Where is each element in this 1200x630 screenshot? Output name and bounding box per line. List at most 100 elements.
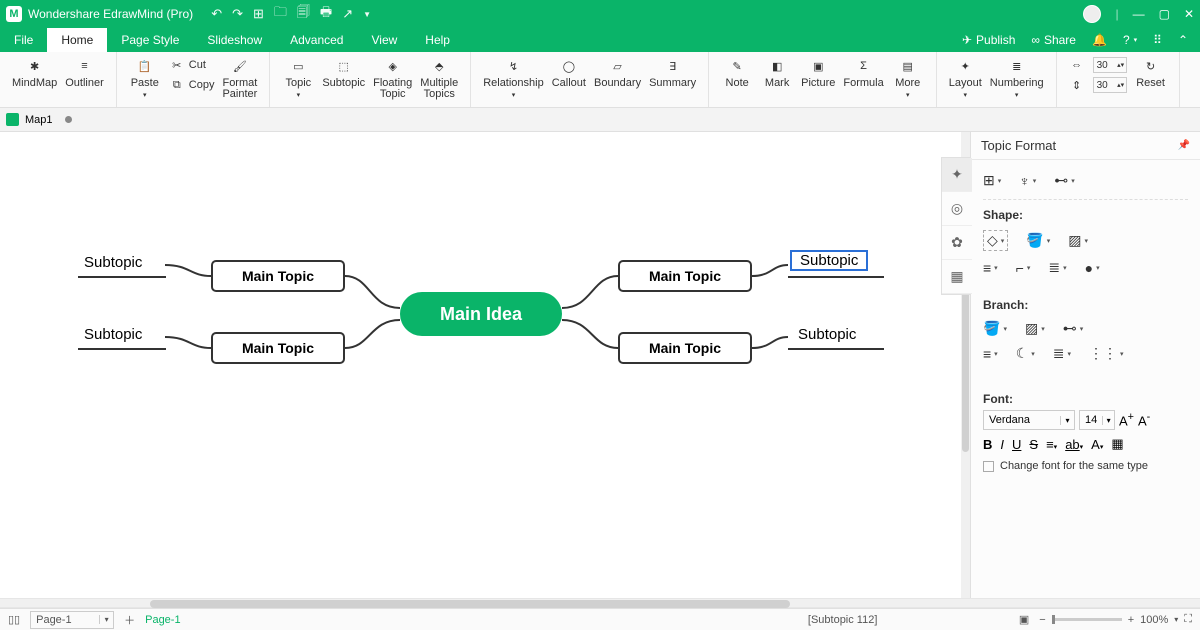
fill-color-button[interactable]: 🪣▾ (1026, 232, 1050, 249)
apps-icon[interactable]: ⠿ (1153, 33, 1162, 47)
font-color-button[interactable]: A▾ (1091, 437, 1103, 452)
zoom-out-button[interactable]: − (1039, 614, 1045, 626)
subtopic-button[interactable]: ⬚Subtopic (318, 56, 369, 89)
menu-help[interactable]: Help (411, 28, 464, 52)
maximize-button[interactable]: ▢ (1159, 7, 1170, 21)
publish-button[interactable]: ✈Publish (962, 33, 1015, 47)
side-tab-theme[interactable]: ✿ (942, 226, 972, 260)
pin-icon[interactable]: 📌 (1178, 140, 1190, 151)
border-color-button[interactable]: ●▾ (1085, 260, 1100, 276)
print-icon[interactable]: 🖶 (320, 3, 332, 25)
page-tab[interactable]: Page-1 (145, 614, 180, 626)
main-topic-node[interactable]: Main Topic (211, 260, 345, 292)
branch-pattern-button[interactable]: ⋮⋮▾ (1089, 345, 1124, 362)
side-tab-icons[interactable]: ▦ (942, 260, 972, 294)
outliner-button[interactable]: ≡Outliner (61, 56, 108, 89)
relationship-button[interactable]: ↯Relationship▾ (479, 56, 548, 101)
collapse-ribbon-icon[interactable]: ⌃ (1178, 33, 1188, 47)
more-button[interactable]: ▤More▾ (888, 56, 928, 101)
outline-view-icon[interactable]: ▯▯ (8, 613, 20, 626)
font-family-combo[interactable]: Verdana▾ (983, 410, 1075, 430)
picture-button[interactable]: ▣Picture (797, 56, 839, 89)
menu-slideshow[interactable]: Slideshow (193, 28, 276, 52)
document-tab[interactable]: Map1 (6, 113, 72, 126)
change-font-checkbox[interactable]: Change font for the same type (983, 460, 1188, 472)
callout-button[interactable]: ◯Callout (548, 56, 590, 89)
width-control[interactable]: ⇔30▴▾ (1069, 56, 1127, 74)
main-topic-node[interactable]: Main Topic (618, 332, 752, 364)
menu-advanced[interactable]: Advanced (276, 28, 357, 52)
minimize-button[interactable]: — (1133, 7, 1145, 21)
export-icon[interactable]: ↗ (342, 6, 353, 22)
open-icon[interactable]: 🗀 (274, 3, 287, 25)
canvas[interactable]: Main Idea Main Topic Main Topic Main Top… (0, 132, 970, 598)
boundary-button[interactable]: ▱Boundary (590, 56, 645, 89)
branch-dash-button[interactable]: ≣▾ (1053, 345, 1071, 362)
menu-home[interactable]: Home (47, 28, 107, 52)
redo-icon[interactable]: ↷ (232, 6, 243, 22)
central-topic[interactable]: Main Idea (400, 292, 562, 336)
share-button[interactable]: ∞Share (1031, 33, 1076, 47)
subtopic-node[interactable]: Subtopic (798, 326, 856, 343)
border-style-button[interactable]: ≡▾ (983, 260, 998, 276)
underline-button[interactable]: U (1012, 437, 1021, 452)
main-topic-node[interactable]: Main Topic (618, 260, 752, 292)
height-control[interactable]: ⇕30▴▾ (1069, 76, 1127, 94)
clear-format-button[interactable]: ▦ (1111, 436, 1123, 452)
decrease-font-button[interactable]: A- (1138, 411, 1150, 428)
italic-button[interactable]: I (1000, 437, 1004, 452)
zoom-dropdown-icon[interactable]: ▾ (1174, 615, 1178, 624)
align-button[interactable]: ≡▾ (1046, 437, 1057, 452)
new-icon[interactable]: ⊞ (253, 6, 264, 22)
zoom-thumb[interactable] (1052, 615, 1055, 624)
shape-type-button[interactable]: ◇▾ (983, 230, 1008, 251)
menu-page-style[interactable]: Page Style (107, 28, 193, 52)
subtopic-node[interactable]: Subtopic (84, 254, 142, 271)
menu-view[interactable]: View (357, 28, 411, 52)
border-dash-button[interactable]: ≣▾ (1048, 259, 1066, 276)
bell-icon[interactable]: 🔔 (1092, 33, 1107, 47)
close-button[interactable]: ✕ (1184, 7, 1194, 21)
paste-button[interactable]: 📋Paste▾ (125, 56, 165, 101)
layout-button[interactable]: ✦Layout▾ (945, 56, 986, 101)
side-tab-page[interactable]: ◎ (942, 192, 972, 226)
format-painter-button[interactable]: 🖌Format Painter (218, 56, 261, 100)
side-tab-style[interactable]: ✦ (942, 158, 972, 192)
note-button[interactable]: ✎Note (717, 56, 757, 89)
font-size-combo[interactable]: 14▾ (1079, 410, 1115, 430)
numbering-button[interactable]: ≣Numbering▾ (986, 56, 1048, 101)
layout-type-button[interactable]: ⊞▾ (983, 172, 1001, 189)
horizontal-scrollbar[interactable] (0, 598, 1200, 608)
floating-topic-button[interactable]: ◈Floating Topic (369, 56, 416, 100)
branch-style-button[interactable]: ▨▾ (1025, 320, 1045, 337)
zoom-slider[interactable] (1052, 618, 1122, 621)
subtopic-node-selected[interactable]: Subtopic (790, 250, 868, 271)
topic-button[interactable]: ▭Topic▾ (278, 56, 318, 101)
scrollbar-thumb[interactable] (150, 600, 790, 608)
bold-button[interactable]: B (983, 437, 992, 452)
formula-button[interactable]: ΣFormula (839, 56, 887, 89)
highlight-button[interactable]: ab▾ (1065, 437, 1083, 452)
save-icon[interactable]: 🗐 (297, 3, 310, 25)
summary-button[interactable]: ∃Summary (645, 56, 700, 89)
undo-icon[interactable]: ↶ (211, 6, 222, 22)
reset-button[interactable]: ↻Reset (1131, 56, 1171, 89)
shadow-button[interactable]: ▨▾ (1068, 232, 1088, 249)
help-icon[interactable]: ?▾ (1123, 33, 1137, 47)
zoom-in-button[interactable]: + (1128, 614, 1134, 626)
branch-curve-button[interactable]: ☾▾ (1016, 345, 1035, 362)
fullscreen-icon[interactable]: ⛶ (1184, 613, 1192, 626)
page-combo[interactable]: Page-1▾ (30, 611, 114, 629)
multiple-topics-button[interactable]: ⬘Multiple Topics (416, 56, 462, 100)
connector-style-button[interactable]: ⊷▾ (1054, 172, 1075, 189)
mark-button[interactable]: ◧Mark (757, 56, 797, 89)
branch-fill-button[interactable]: 🪣▾ (983, 320, 1007, 337)
fit-icon[interactable]: ▣ (1019, 613, 1029, 626)
hierarchy-button[interactable]: ♆▾ (1019, 173, 1036, 189)
increase-font-button[interactable]: A+ (1119, 411, 1134, 428)
menu-file[interactable]: File (0, 28, 47, 52)
cut-button[interactable]: ✂Cut (169, 56, 215, 74)
copy-button[interactable]: ⧉Copy (169, 76, 215, 94)
subtopic-node[interactable]: Subtopic (84, 326, 142, 343)
avatar[interactable] (1083, 5, 1101, 23)
